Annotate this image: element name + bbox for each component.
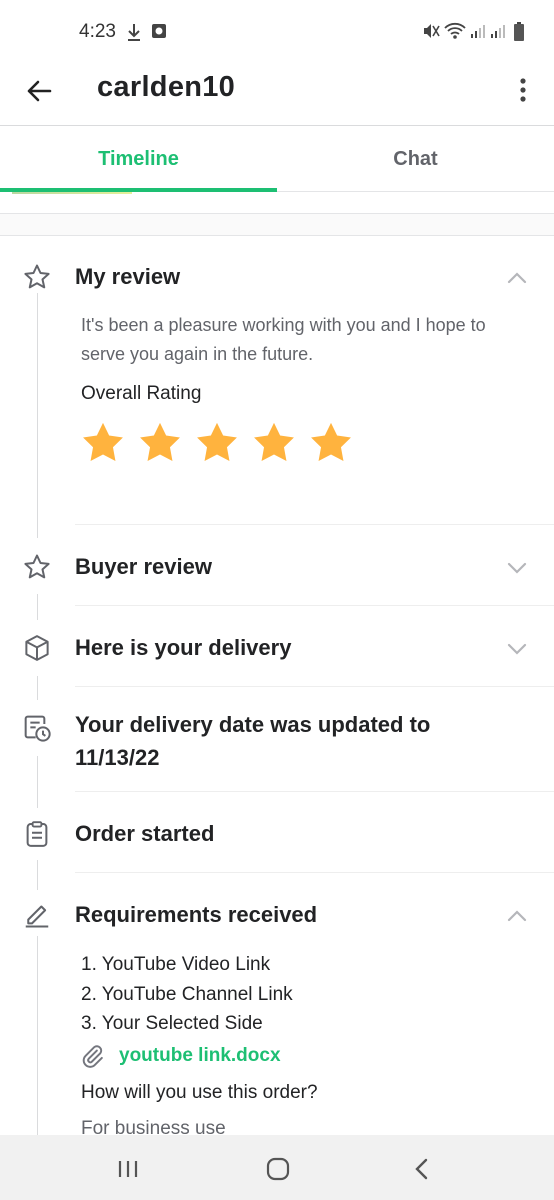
battery-icon — [514, 22, 524, 41]
signal-icon — [471, 25, 485, 38]
camera-notification-icon — [152, 24, 166, 38]
chevron-up-icon[interactable] — [505, 904, 529, 928]
home-button[interactable] — [262, 1153, 294, 1185]
question-text: How will you use this order? — [81, 1082, 318, 1103]
date-update-title-line1[interactable]: Your delivery date was updated to — [75, 708, 430, 741]
calendar-clock-icon — [21, 712, 53, 744]
date-update-title-line2[interactable]: 11/13/22 — [75, 741, 159, 774]
timeline-connector — [37, 860, 38, 890]
attachment-link[interactable]: youtube link.docx — [79, 1043, 281, 1069]
requirement-item: 2. YouTube Channel Link — [81, 983, 293, 1005]
requirement-item: 1. YouTube Video Link — [81, 954, 271, 975]
timeline-connector — [37, 292, 38, 538]
page-title: carlden10 — [97, 71, 236, 103]
divider — [75, 686, 554, 687]
home-icon — [266, 1157, 290, 1181]
box-icon — [21, 632, 53, 664]
requirements-title[interactable]: Requirements received — [75, 898, 317, 931]
status-bar: 4:23 — [0, 0, 554, 62]
divider — [75, 605, 554, 606]
attachment-name[interactable]: youtube link.docx — [119, 1045, 281, 1067]
chevron-down-icon[interactable] — [505, 556, 529, 580]
chevron-down-icon[interactable] — [505, 637, 529, 661]
chevron-up-icon[interactable] — [505, 266, 529, 290]
buyer-review-title[interactable]: Buyer review — [75, 550, 212, 583]
paperclip-icon — [82, 1045, 103, 1068]
section-gap — [0, 214, 554, 236]
rating-star-icon — [197, 422, 237, 462]
divider — [75, 872, 554, 873]
my-review-title[interactable]: My review — [75, 260, 180, 293]
recent-apps-icon — [118, 1161, 138, 1177]
rating-star-icon — [140, 422, 180, 462]
pencil-icon — [21, 898, 53, 930]
delivery-title[interactable]: Here is your delivery — [75, 631, 291, 664]
timeline-connector — [37, 936, 38, 1136]
previous-item-edge — [0, 192, 554, 214]
star-outline-icon — [21, 261, 53, 293]
recent-apps-button[interactable] — [112, 1153, 144, 1185]
mute-icon — [424, 24, 440, 38]
app-bar: carlden10 — [0, 62, 554, 126]
divider — [75, 524, 554, 525]
timeline-connector — [37, 594, 38, 620]
back-arrow-icon — [27, 80, 52, 102]
rating-stars — [80, 420, 354, 466]
tab-bar: Timeline Chat — [0, 126, 554, 192]
system-back-button[interactable] — [406, 1153, 438, 1185]
requirement-item: 3. Your Selected Side — [81, 1013, 263, 1034]
star-outline-icon — [21, 551, 53, 583]
timeline-connector — [37, 756, 38, 808]
status-time: 4:23 — [79, 21, 116, 42]
order-started-title[interactable]: Order started — [75, 817, 214, 850]
rating-star-icon — [83, 422, 123, 462]
more-vert-icon — [520, 78, 526, 102]
system-nav-bar — [0, 1135, 554, 1200]
timeline-connector — [37, 676, 38, 700]
tab-chat[interactable]: Chat — [277, 126, 554, 192]
review-text: It's been a pleasure working with you an… — [81, 315, 486, 364]
tab-timeline[interactable]: Timeline — [0, 126, 277, 192]
divider — [75, 791, 554, 792]
signal-2-icon — [491, 25, 505, 38]
system-back-icon — [415, 1158, 428, 1180]
rating-star-icon — [311, 422, 351, 462]
rating-star-icon — [254, 422, 294, 462]
requirements-list: 1. YouTube Video Link 2. YouTube Channel… — [81, 950, 293, 1039]
back-button[interactable] — [22, 74, 56, 108]
download-icon — [128, 24, 140, 41]
more-options-button[interactable] — [510, 72, 536, 108]
wifi-icon — [444, 22, 466, 39]
overall-rating-label: Overall Rating — [81, 383, 202, 404]
clipboard-icon — [21, 818, 53, 850]
